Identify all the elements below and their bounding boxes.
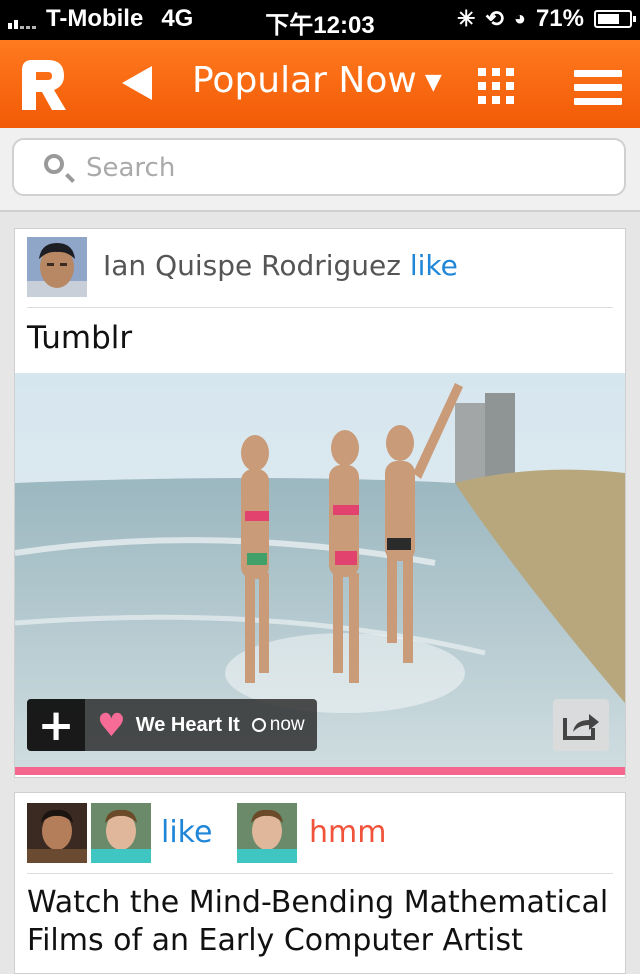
post-title[interactable]: Watch the Mind-Bending Mathematical Film…	[27, 874, 613, 960]
page-title: Popular Now	[192, 60, 417, 101]
feed-card[interactable]: like hmm Watch the Mind-Bending Mathemat…	[14, 792, 626, 974]
grid-icon[interactable]	[478, 68, 514, 104]
card-header: like hmm	[27, 793, 613, 874]
app-logo-icon[interactable]	[18, 56, 68, 112]
source-overlay: + ♥ We Heart It now	[27, 699, 317, 751]
post-time: now	[269, 714, 305, 735]
avatar[interactable]	[237, 803, 297, 863]
clock: 下午12:03	[265, 12, 375, 39]
add-button[interactable]: +	[27, 699, 85, 751]
battery-percent: 71%	[535, 5, 584, 32]
search-box[interactable]	[12, 138, 626, 196]
reaction-label: hmm	[309, 815, 387, 850]
card-accent-bar	[15, 767, 625, 775]
feed-selector[interactable]: Popular Now ▼	[192, 60, 442, 101]
reaction-label: like	[161, 815, 213, 850]
alarm-icon: ◕	[513, 7, 526, 30]
back-arrow-icon[interactable]	[122, 66, 152, 100]
rotation-lock-icon: ⟲	[485, 6, 504, 31]
search-icon	[44, 154, 64, 174]
feed-card[interactable]: Ian Quispe Rodriguez like Tumblr + ♥ We …	[14, 228, 626, 778]
reaction-label: like	[409, 249, 458, 282]
hamburger-menu-icon[interactable]	[574, 70, 622, 112]
status-bar: T-Mobile 4G 下午12:03 ✳ ⟲ ◕ 71%	[0, 0, 640, 40]
post-image[interactable]: + ♥ We Heart It now	[15, 373, 625, 769]
post-source[interactable]: We Heart It	[136, 714, 240, 737]
author-name[interactable]: Ian Quispe Rodriguez	[103, 249, 401, 282]
post-author: Ian Quispe Rodriguez like	[103, 249, 458, 282]
post-title[interactable]: Tumblr	[27, 308, 613, 368]
avatar[interactable]	[27, 803, 87, 863]
card-header: Ian Quispe Rodriguez like	[27, 229, 613, 308]
clock-icon	[251, 718, 266, 732]
share-button[interactable]	[553, 699, 609, 751]
avatar[interactable]	[91, 803, 151, 863]
loading-icon: ✳	[456, 6, 476, 31]
search-input[interactable]	[84, 148, 608, 188]
avatar[interactable]	[27, 237, 87, 297]
nav-bar: Popular Now ▼	[0, 40, 640, 128]
chevron-down-icon: ▼	[424, 70, 442, 95]
heart-icon: ♥	[97, 706, 126, 744]
share-icon	[563, 714, 599, 740]
battery-icon	[594, 10, 636, 28]
search-bar	[0, 128, 640, 212]
